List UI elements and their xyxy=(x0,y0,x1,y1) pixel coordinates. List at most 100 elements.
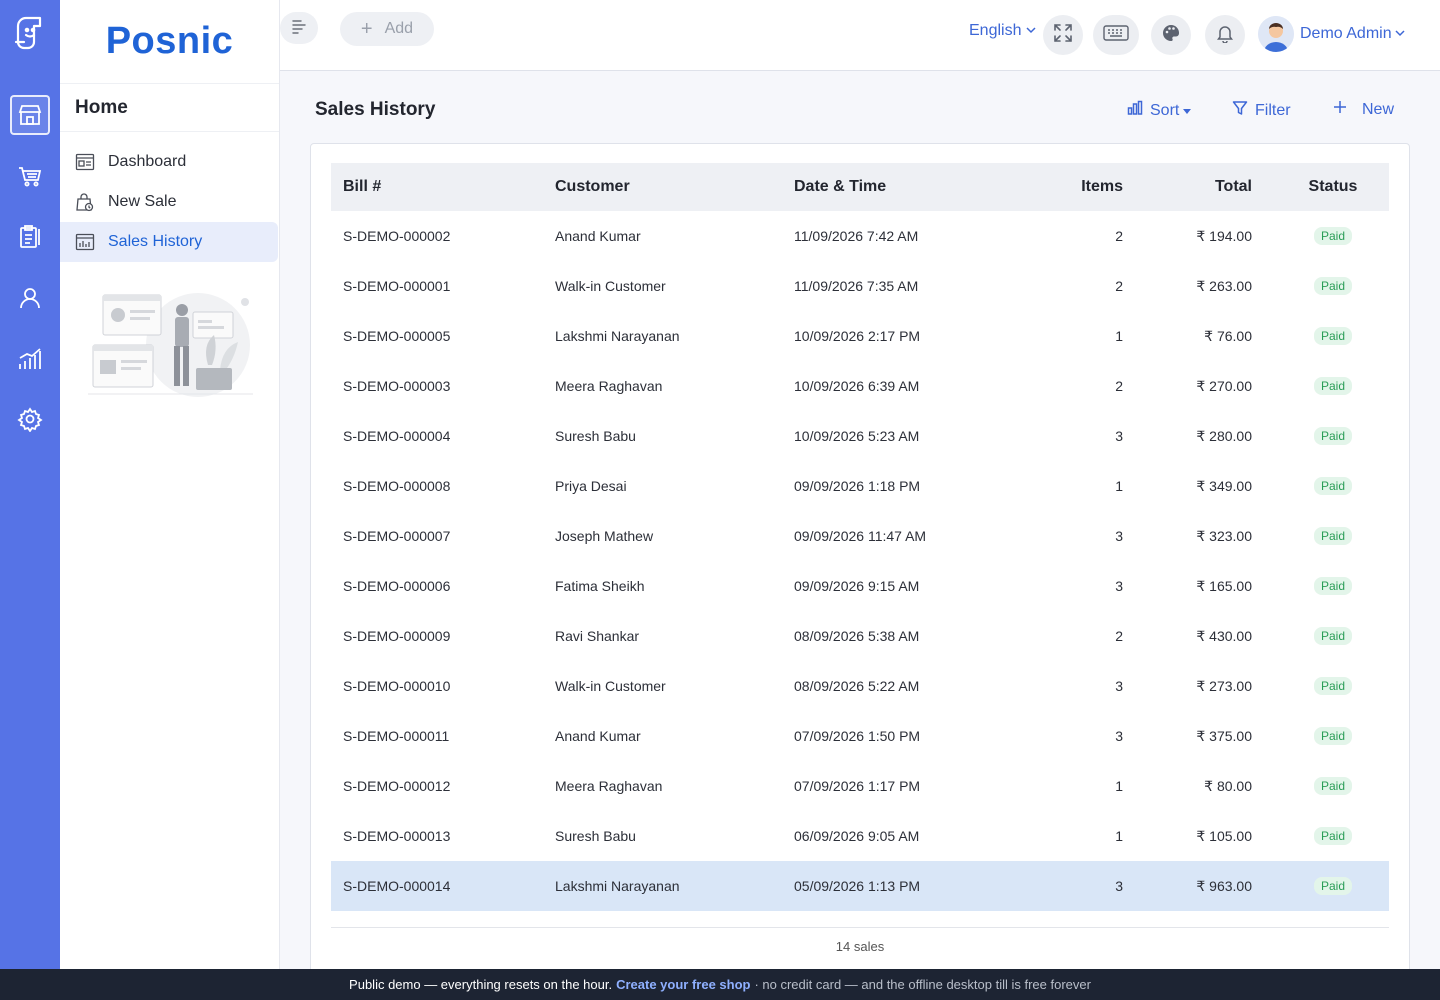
bill-cell: S-DEMO-000005 xyxy=(343,328,451,344)
total-cell: ₹ 963.00 xyxy=(1136,861,1277,911)
status-cell: Paid xyxy=(1277,511,1389,561)
user-menu[interactable]: Demo Admin xyxy=(1258,16,1405,52)
date-cell: 11/09/2026 7:42 AM xyxy=(794,228,919,244)
date-cell: 10/09/2026 6:39 AM xyxy=(794,378,920,394)
sidebar-item-dashboard[interactable]: Dashboard xyxy=(60,142,278,182)
rail-cart-icon[interactable] xyxy=(10,156,50,196)
menu-lines-icon xyxy=(290,17,308,40)
rail-gear-icon[interactable] xyxy=(10,399,50,439)
sales-count: 14 sales xyxy=(835,939,885,954)
filter-label: Filter xyxy=(1255,101,1291,119)
filter-button[interactable]: Filter xyxy=(1232,100,1291,121)
keyboard-button[interactable] xyxy=(1093,15,1139,55)
table-row[interactable]: S-DEMO-000012 Meera Raghavan 07/09/2026 1:… xyxy=(331,761,1389,811)
status-badge: Paid xyxy=(1313,877,1353,895)
table-row[interactable]: S-DEMO-000006 Fatima Sheikh 09/09/2026 9:1… xyxy=(331,561,1389,611)
app-logo-icon[interactable] xyxy=(10,12,50,52)
table-row[interactable]: S-DEMO-000001 Walk-in Customer 11/09/2026 … xyxy=(331,261,1389,311)
menu-toggle-button[interactable] xyxy=(280,12,318,44)
customer-cell: Fatima Sheikh xyxy=(555,578,645,594)
customer-cell: Lakshmi Narayanan xyxy=(543,861,782,911)
language-selector[interactable]: English xyxy=(969,22,1036,40)
column-header-total[interactable]: Total xyxy=(1136,163,1277,211)
bill-cell: S-DEMO-000008 xyxy=(343,478,451,494)
items-cell: 2 xyxy=(1115,278,1123,294)
customer-cell: Suresh Babu xyxy=(555,828,636,844)
table-row[interactable]: S-DEMO-000008 Priya Desai 09/09/2026 1:18 … xyxy=(331,461,1389,511)
add-button[interactable]: + Add xyxy=(340,12,434,46)
items-cell: 1 xyxy=(1115,328,1123,344)
items-cell: 3 xyxy=(1032,861,1136,911)
sidebar: Posnic Home Dashboard New Sale Sales His… xyxy=(60,0,280,969)
sort-button[interactable]: Sort xyxy=(1127,100,1198,121)
status-badge: Paid xyxy=(1313,827,1353,845)
status-badge: Paid xyxy=(1313,677,1353,695)
sidebar-item-label: Dashboard xyxy=(108,153,187,170)
total-cell: ₹ 194.00 xyxy=(1196,227,1252,244)
date-cell: 05/09/2026 1:13 PM xyxy=(782,861,1032,911)
table-row[interactable]: S-DEMO-000011 Anand Kumar 07/09/2026 1:50 … xyxy=(331,711,1389,761)
banner-note: · no credit card — and the offline deskt… xyxy=(754,977,1091,992)
rail-user-icon[interactable] xyxy=(10,278,50,318)
table-row[interactable]: S-DEMO-000002 Anand Kumar 11/09/2026 7:42 … xyxy=(331,211,1389,261)
total-cell: ₹ 280.00 xyxy=(1196,427,1252,444)
column-header-date[interactable]: Date & Time xyxy=(782,163,1032,211)
table-row[interactable]: S-DEMO-000009 Ravi Shankar 08/09/2026 5:38… xyxy=(331,611,1389,661)
rail-chart-icon[interactable] xyxy=(10,339,50,379)
theme-button[interactable] xyxy=(1151,15,1191,55)
plus-icon: + xyxy=(360,17,373,40)
sales-table: Bill # Customer Date & Time Items Total … xyxy=(331,163,1389,911)
new-sale-button[interactable]: New xyxy=(1333,100,1394,119)
table-row[interactable]: S-DEMO-000007 Joseph Mathew 09/09/2026 11:… xyxy=(331,511,1389,561)
fullscreen-button[interactable] xyxy=(1043,15,1083,55)
total-cell: ₹ 349.00 xyxy=(1196,477,1252,494)
icon-rail xyxy=(0,0,60,969)
total-cell: ₹ 273.00 xyxy=(1196,677,1252,694)
history-icon xyxy=(75,232,95,252)
brand-logo[interactable]: Posnic xyxy=(60,0,279,84)
total-cell: ₹ 323.00 xyxy=(1196,527,1252,544)
total-cell: ₹ 270.00 xyxy=(1196,377,1252,394)
rail-clipboard-icon[interactable] xyxy=(10,217,50,257)
create-shop-link[interactable]: Create your free shop xyxy=(616,977,750,992)
notifications-button[interactable] xyxy=(1205,15,1245,55)
items-cell: 3 xyxy=(1115,428,1123,444)
column-header-customer[interactable]: Customer xyxy=(543,163,782,211)
date-cell: 09/09/2026 9:15 AM xyxy=(794,578,920,594)
total-cell: ₹ 80.00 xyxy=(1204,777,1252,794)
table-row[interactable]: S-DEMO-000004 Suresh Babu 10/09/2026 5:23 … xyxy=(331,411,1389,461)
table-row[interactable]: S-DEMO-000003 Meera Raghavan 10/09/2026 6:… xyxy=(331,361,1389,411)
bill-cell: S-DEMO-000010 xyxy=(343,678,451,694)
sidebar-item-label: New Sale xyxy=(108,193,177,210)
status-badge: Paid xyxy=(1313,377,1353,395)
customer-cell: Joseph Mathew xyxy=(555,528,654,544)
bell-icon xyxy=(1215,23,1235,48)
plus-icon xyxy=(1333,100,1354,119)
column-header-items[interactable]: Items xyxy=(1032,163,1136,211)
total-cell: ₹ 375.00 xyxy=(1196,727,1252,744)
items-cell: 3 xyxy=(1115,678,1123,694)
status-cell: Paid xyxy=(1277,411,1389,461)
date-cell: 11/09/2026 7:35 AM xyxy=(794,278,919,294)
status-badge: Paid xyxy=(1313,577,1353,595)
rail-store-icon[interactable] xyxy=(10,95,50,135)
sidebar-item-sales-history[interactable]: Sales History xyxy=(60,222,278,262)
bill-cell: S-DEMO-000013 xyxy=(343,828,451,844)
column-header-status[interactable]: Status xyxy=(1277,163,1389,211)
sidebar-item-new-sale[interactable]: New Sale xyxy=(60,182,278,222)
status-cell: Paid xyxy=(1277,361,1389,411)
status-badge: Paid xyxy=(1313,227,1353,245)
customer-cell: Walk-in Customer xyxy=(555,678,666,694)
table-row[interactable]: S-DEMO-000014 Lakshmi Narayanan 05/09/2026… xyxy=(331,861,1389,911)
table-row[interactable]: S-DEMO-000010 Walk-in Customer 08/09/2026 … xyxy=(331,661,1389,711)
customer-cell: Lakshmi Narayanan xyxy=(555,328,680,344)
total-cell: ₹ 165.00 xyxy=(1196,577,1252,594)
caret-down-icon xyxy=(1183,102,1198,120)
column-header-bill[interactable]: Bill # xyxy=(331,163,543,211)
table-row[interactable]: S-DEMO-000013 Suresh Babu 06/09/2026 9:05 … xyxy=(331,811,1389,861)
status-cell: Paid xyxy=(1277,761,1389,811)
status-cell: Paid xyxy=(1277,711,1389,761)
table-row[interactable]: S-DEMO-000005 Lakshmi Narayanan 10/09/2026… xyxy=(331,311,1389,361)
total-cell: ₹ 430.00 xyxy=(1196,627,1252,644)
customer-cell: Meera Raghavan xyxy=(555,778,663,794)
